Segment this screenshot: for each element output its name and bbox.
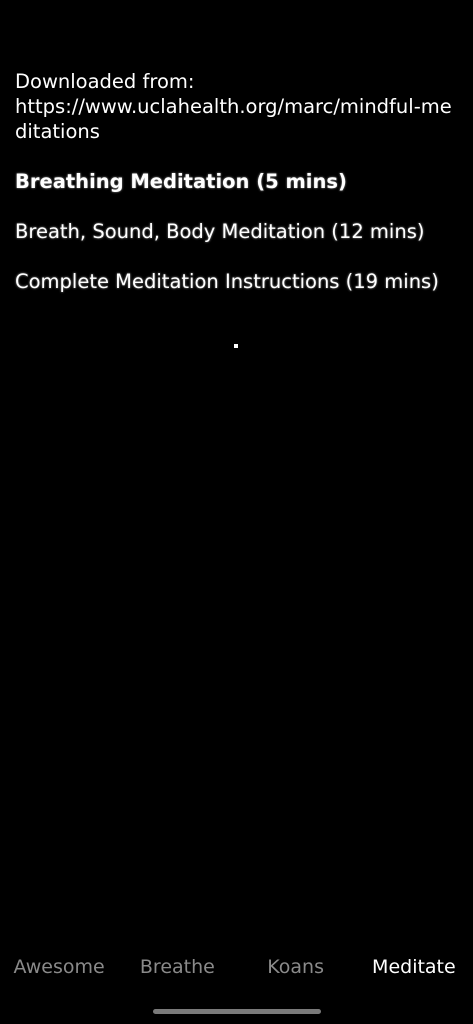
- source-label: Downloaded from:: [15, 70, 195, 93]
- meditation-item-breathing[interactable]: Breathing Meditation (5 mins): [15, 169, 463, 194]
- tab-breathe[interactable]: Breathe: [118, 952, 236, 982]
- tab-koans[interactable]: Koans: [237, 952, 355, 982]
- meditation-item-breath-sound-body[interactable]: Breath, Sound, Body Meditation (12 mins): [15, 219, 463, 244]
- source-url[interactable]: https://www.uclahealth.org/marc/mindful-…: [15, 94, 460, 144]
- tab-meditate[interactable]: Meditate: [355, 952, 473, 982]
- meditate-content: Downloaded from: https://www.uclahealth.…: [15, 69, 463, 294]
- playback-indicator: [234, 344, 238, 348]
- meditation-item-complete-instructions[interactable]: Complete Meditation Instructions (19 min…: [15, 269, 463, 294]
- tab-awesome[interactable]: Awesome: [0, 952, 118, 982]
- tab-bar: Awesome Breathe Koans Meditate: [0, 952, 473, 982]
- home-indicator[interactable]: [153, 1009, 321, 1014]
